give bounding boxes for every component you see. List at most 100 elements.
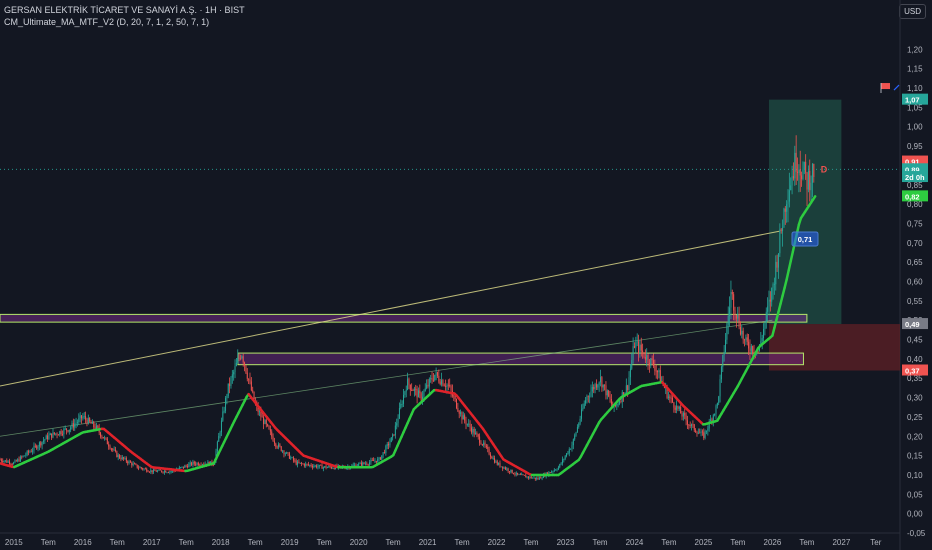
candle-body: [767, 306, 769, 312]
candle-body: [718, 396, 720, 404]
ma-value-label: 0,71: [798, 235, 813, 244]
candle-body: [146, 468, 148, 472]
candle-body: [674, 407, 676, 410]
candle-body: [631, 360, 633, 369]
x-tick-label: 2020: [350, 538, 368, 547]
candle-body: [711, 419, 713, 422]
candle-body: [155, 470, 157, 472]
candle-body: [779, 229, 781, 254]
candle-body: [23, 455, 25, 457]
candle-body: [579, 418, 581, 424]
candle-body: [529, 476, 531, 478]
candle-body: [184, 465, 186, 468]
ma-line-segment: [811, 195, 817, 201]
candle-body: [574, 435, 576, 440]
candle-body: [113, 449, 115, 451]
price-level-label: 0,49: [905, 320, 920, 329]
candle-body: [273, 441, 275, 444]
candle-body: [503, 467, 505, 469]
candle-body: [737, 314, 739, 319]
x-tick-label: Tem: [592, 538, 607, 547]
x-tick-label: 2017: [143, 538, 161, 547]
candle-body: [798, 169, 800, 173]
price-chart[interactable]: 1,201,151,101,051,000,950,900,850,800,75…: [0, 0, 932, 550]
candle-body: [411, 389, 413, 391]
candle-body: [48, 435, 50, 440]
candle-body: [479, 436, 481, 443]
candle-body: [669, 396, 671, 398]
candle-body: [147, 471, 149, 473]
candle-body: [233, 372, 235, 375]
candle-body: [18, 459, 20, 462]
candle-body: [299, 462, 301, 464]
candle-body: [707, 428, 709, 431]
candle-body: [143, 468, 145, 470]
candle-body: [165, 470, 167, 473]
candle-body: [676, 405, 678, 410]
candle-body: [435, 372, 437, 375]
candle-body: [396, 423, 398, 426]
candle-body: [480, 442, 482, 445]
candle-body: [739, 326, 741, 335]
candle-body: [140, 467, 142, 469]
candle-body: [697, 432, 699, 434]
candle-body: [580, 409, 582, 419]
candle-body: [225, 398, 227, 411]
candle-body: [104, 437, 106, 439]
candle-body: [178, 467, 180, 470]
candle-body: [278, 444, 280, 448]
candle-body: [82, 416, 84, 419]
candle-body: [541, 477, 543, 479]
candle-body: [537, 478, 539, 480]
candle-body: [476, 432, 478, 435]
candle-body: [320, 464, 322, 466]
candle-body: [38, 442, 40, 447]
candle-body: [504, 467, 506, 470]
x-tick-label: 2022: [488, 538, 506, 547]
candle-body: [153, 469, 155, 473]
candle-body: [386, 443, 388, 446]
y-tick-label: 0,80: [907, 200, 923, 209]
candle-body: [101, 436, 103, 438]
candle-body: [507, 468, 509, 472]
candle-body: [598, 382, 600, 385]
candle-body: [124, 457, 126, 459]
candle-body: [89, 417, 91, 422]
candle-body: [722, 354, 724, 367]
candle-body: [498, 462, 500, 465]
candle-body: [331, 467, 333, 469]
candle-body: [388, 443, 390, 446]
candle-body: [392, 434, 394, 438]
candle-body: [619, 401, 621, 404]
candle-body: [364, 463, 366, 465]
candle-body: [222, 411, 224, 421]
candle-body: [11, 464, 13, 465]
candle-body: [170, 471, 172, 473]
candle-body: [180, 467, 182, 468]
candle-body: [466, 423, 468, 425]
x-tick-label: 2023: [557, 538, 575, 547]
candle-body: [625, 385, 627, 393]
candle-body: [55, 433, 57, 435]
candle-body: [652, 360, 654, 366]
candle-body: [326, 467, 328, 469]
candle-body: [610, 398, 612, 404]
candle-body: [685, 415, 687, 421]
candle-body: [252, 390, 254, 392]
candle-body: [21, 456, 23, 458]
candle-body: [223, 410, 225, 412]
candle-body: [105, 437, 107, 439]
candle-body: [508, 471, 510, 473]
candle-body: [123, 457, 125, 459]
candle-body: [237, 357, 239, 363]
candle-body: [714, 413, 716, 416]
candle-body: [22, 455, 24, 457]
candle-body: [810, 182, 812, 191]
candle-body: [699, 432, 701, 434]
x-tick-label: Tem: [799, 538, 814, 547]
candle-body: [17, 459, 19, 462]
candle-body: [19, 456, 21, 462]
candle-body: [557, 467, 559, 470]
candle-body: [764, 322, 766, 330]
candle-body: [53, 432, 55, 435]
